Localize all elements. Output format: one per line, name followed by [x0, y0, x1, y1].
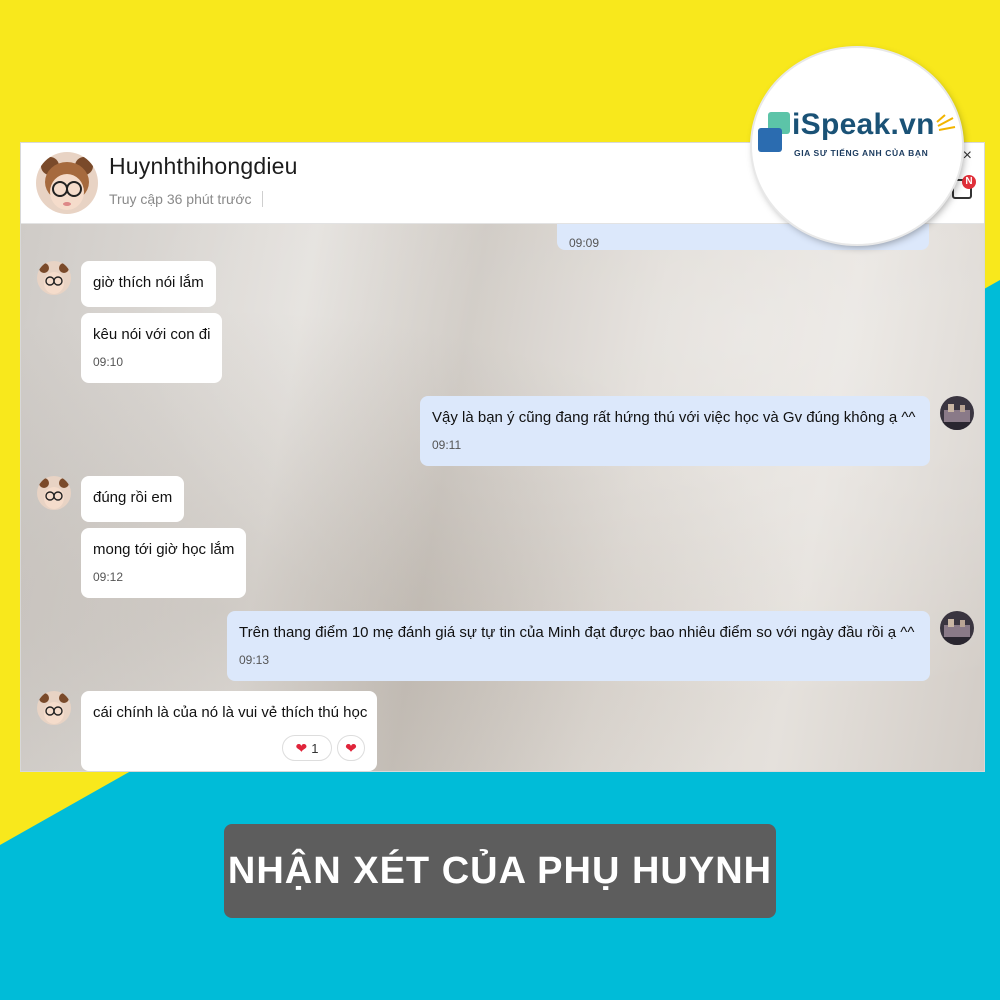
sparkle-icon: [936, 114, 956, 131]
contact-avatar-small: [37, 261, 71, 295]
message-bubble[interactable]: giờ thích nói lắm: [81, 261, 216, 307]
reaction-count[interactable]: ❤ 1: [282, 735, 332, 761]
message-time: 09:12: [93, 570, 124, 584]
heart-icon: ❤: [345, 739, 357, 756]
message-bubble[interactable]: Trên thang điểm 10 mẹ đánh giá sự tự tin…: [227, 611, 930, 681]
message-text: cái chính là của nó là vui vẻ thích thú …: [93, 704, 368, 721]
contact-avatar[interactable]: [36, 152, 98, 214]
heart-icon: ❤: [295, 739, 308, 756]
contact-avatar-small: [37, 691, 71, 725]
chat-area[interactable]: 09:09 giờ thích nói lắm kêu nói với con …: [21, 224, 984, 771]
message-bubble[interactable]: mong tới giờ học lắm 09:12: [81, 528, 247, 598]
message-text: giờ thích nói lắm: [93, 274, 204, 291]
last-seen-status: Truy cập 36 phút trước: [109, 191, 263, 207]
banner-title: NHẬN XÉT CỦA PHỤ HUYNH: [224, 824, 776, 918]
message-bubble[interactable]: kêu nói với con đi 09:10: [81, 313, 223, 383]
message-time: 09:10: [93, 355, 124, 369]
brand-logo: iSpeak.vn GIA SƯ TIẾNG ANH CỦA BẠN: [752, 48, 962, 244]
logo-tagline: GIA SƯ TIẾNG ANH CỦA BẠN: [794, 148, 929, 158]
message-text: Vậy là bạn ý cũng đang rất hứng thú với …: [432, 409, 916, 426]
message-bubble[interactable]: đúng rồi em: [81, 476, 185, 522]
message-bubble[interactable]: cái chính là của nó là vui vẻ thích thú …: [81, 691, 377, 771]
message-text: mong tới giờ học lắm: [93, 541, 235, 558]
message-text: đúng rồi em: [93, 489, 173, 506]
contact-avatar-small: [37, 476, 71, 510]
message-text: Trên thang điểm 10 mẹ đánh giá sự tự tin…: [239, 624, 915, 641]
user-avatar: [940, 611, 974, 645]
close-icon[interactable]: ×: [963, 147, 972, 165]
logo-name: iSpeak.vn: [792, 108, 935, 141]
message-bubble[interactable]: Vậy là bạn ý cũng đang rất hứng thú với …: [420, 396, 930, 466]
logo-mark-icon: [758, 112, 790, 152]
user-avatar: [940, 396, 974, 430]
contact-name: Huynhthihongdieu: [109, 153, 298, 179]
reaction-count-value: 1: [311, 740, 319, 756]
message-text: kêu nói với con đi: [93, 326, 211, 343]
notification-badge: N: [962, 175, 976, 189]
message-time: 09:11: [432, 438, 462, 452]
add-reaction-button[interactable]: ❤: [337, 735, 365, 761]
message-time: 09:13: [239, 653, 270, 667]
